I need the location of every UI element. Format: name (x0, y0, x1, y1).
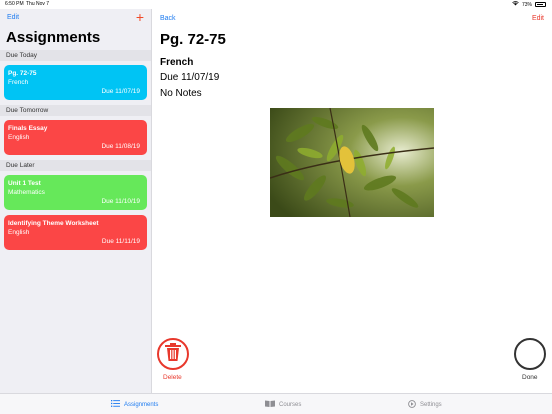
list-icon (111, 400, 120, 409)
assignment-notes: No Notes (160, 88, 202, 99)
section-header-tomorrow: Due Tomorrow (0, 105, 151, 116)
tab-bar: Assignments Courses Settings (0, 393, 552, 414)
status-date: Thu Nov 7 (26, 1, 50, 7)
tab-assignments[interactable]: Assignments (111, 400, 158, 409)
book-icon (265, 400, 275, 409)
assignment-due-date: Due 11/07/19 (160, 72, 220, 83)
assignment-card[interactable]: Identifying Theme Worksheet English Due … (4, 215, 147, 250)
detail-edit-button[interactable]: Edit (532, 15, 544, 22)
card-due: Due 11/11/19 (101, 238, 140, 245)
tab-label: Assignments (124, 401, 159, 408)
assignment-course: French (160, 57, 194, 68)
section-header-later: Due Later (0, 160, 151, 171)
card-title: Pg. 72-75 (8, 70, 37, 77)
tab-settings[interactable]: Settings (408, 400, 442, 410)
assignment-card[interactable]: Unit 1 Test Mathematics Due 11/10/19 (4, 175, 147, 210)
page-title: Assignments (6, 29, 101, 46)
wifi-icon (512, 1, 519, 8)
delete-label: Delete (163, 374, 182, 381)
section-header-today: Due Today (0, 50, 151, 61)
status-time: 6:50 PM (5, 1, 24, 7)
status-bar: 6:50 PM Thu Nov 7 73% (0, 0, 552, 9)
card-course: English (8, 134, 30, 141)
card-course: Mathematics (8, 189, 45, 196)
card-course: French (8, 79, 29, 86)
trash-icon (165, 342, 181, 366)
tab-courses[interactable]: Courses (265, 400, 301, 409)
sidebar-edit-button[interactable]: Edit (7, 14, 19, 21)
assignment-title: Pg. 72-75 (160, 31, 226, 48)
card-title: Unit 1 Test (8, 180, 41, 187)
done-label: Done (522, 374, 538, 381)
detail-pane: Back Edit Pg. 72-75 French Due 11/07/19 … (153, 9, 552, 393)
done-button[interactable] (514, 338, 546, 370)
settings-icon (408, 400, 416, 410)
card-due: Due 11/10/19 (101, 198, 140, 205)
card-due: Due 11/08/19 (101, 143, 140, 150)
status-right: 73% (512, 1, 546, 8)
tab-label: Courses (279, 401, 302, 408)
delete-button[interactable] (157, 338, 189, 370)
back-button[interactable]: Back (160, 15, 176, 22)
tab-label: Settings (420, 402, 442, 408)
attached-photo[interactable] (270, 108, 434, 217)
assignment-card[interactable]: Pg. 72-75 French Due 11/07/19 (4, 65, 147, 100)
sidebar: Edit + Assignments Due Today Pg. 72-75 F… (0, 9, 152, 393)
card-title: Finals Essay (8, 125, 48, 132)
card-due: Due 11/07/19 (101, 88, 140, 95)
assignment-card[interactable]: Finals Essay English Due 11/08/19 (4, 120, 147, 155)
plus-icon[interactable]: + (136, 10, 144, 24)
card-title: Identifying Theme Worksheet (8, 220, 99, 227)
sidebar-navbar: Edit + (0, 9, 151, 28)
battery-percent: 73% (521, 1, 532, 8)
card-course: English (8, 229, 30, 236)
battery-icon (535, 2, 546, 7)
